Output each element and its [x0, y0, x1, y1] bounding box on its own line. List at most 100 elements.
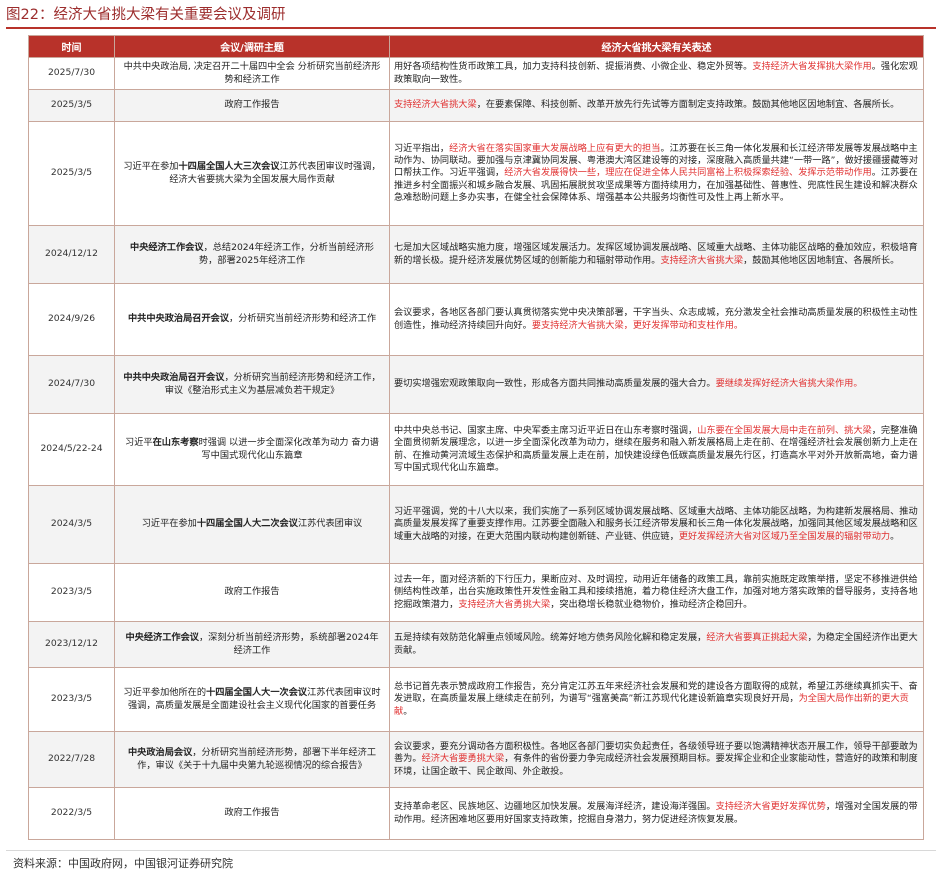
table-row: 2024/12/12 中央经济工作会议，总结2024年经济工作，分析当前经济形势，… — [28, 225, 924, 284]
cell-topic: 习近平在山东考察时强调 以进一步全面深化改革为动力 奋力谱写中国式现代化山东篇章 — [114, 413, 390, 486]
statement-highlight: 山东要在全国发展大局中走在前列、挑大梁 — [697, 424, 872, 436]
cell-statement: 七是加大区域战略实施力度，增强区域发展活力。发挥区域协调发展战略、区域重大战略、… — [389, 225, 924, 284]
statement-text: 支持革命老区、民族地区、边疆地区加快发展。发展海洋经济，建设海洋强国。 — [394, 801, 716, 813]
topic-text: 习近平 — [125, 437, 153, 449]
statement-text: 。 — [890, 530, 900, 542]
table-row: 2024/7/30 中共中央政治局召开会议，分析研究当前经济形势和经济工作，审议《… — [28, 355, 924, 414]
cell-date: 2023/12/12 — [28, 621, 115, 668]
cell-date: 2024/9/26 — [28, 283, 115, 356]
cell-statement: 会议要求，各地区各部门要认真贯彻落实党中央决策部署，干字当头、众志成城，充分激发… — [389, 283, 924, 356]
table-row: 2024/9/26 中共中央政治局召开会议，分析研究当前经济形势和经济工作 会议要求… — [28, 283, 924, 356]
statement-text: ，在要素保障、科技创新、改革开放先行先试等方面制定支持政策。鼓励其他地区因地制宜… — [476, 99, 900, 111]
topic-emphasis: 中央政治局会议 — [127, 747, 193, 759]
header-statement: 经济大省挑大梁有关表述 — [389, 35, 924, 58]
topic-text: ，分析研究当前经济形势和经济工作 — [229, 313, 377, 325]
statement-text: 习近平指出， — [394, 142, 450, 154]
statement-text: 用好各项结构性货币政策工具，加力支持科技创新、提振消费、小微企业、稳定外贸等。 — [394, 61, 753, 73]
topic-emphasis: 中央经济工作会议 — [125, 632, 199, 644]
statement-text: ，鼓励其他地区因地制宜、各展所长。 — [743, 254, 900, 266]
cell-topic: 政府工作报告 — [114, 89, 390, 122]
statement-highlight: 经济大省要真正挑起大梁 — [706, 632, 808, 644]
topic-emphasis: 中央经济工作会议 — [130, 242, 204, 254]
table-row: 2022/3/5 政府工作报告 支持革命老区、民族地区、边疆地区加快发展。发展海洋经… — [28, 787, 924, 840]
statement-text: 中共中央总书记、国家主席、中央军委主席习近平近日在山东考察时强调， — [394, 424, 698, 436]
statement-highlight: 经济大省要勇挑大梁 — [421, 753, 505, 765]
cell-topic: 习近平参加他所在的十四届全国人大一次会议江苏代表团审议时强调，高质量发展是全面建… — [114, 667, 390, 732]
topic-text: 中共中央政治局, 决定召开二十届四中全会 分析研究当前经济形势和经济工作 — [123, 61, 381, 85]
topic-emphasis: 十四届全国人大二次会议 — [196, 518, 298, 530]
topic-text: 习近平在参加 — [123, 161, 179, 173]
statement-highlight: 支持经济大省挑大梁 — [660, 254, 744, 266]
cell-topic: 中共中央政治局, 决定召开二十届四中全会 分析研究当前经济形势和经济工作 — [114, 57, 390, 90]
table-row: 2025/7/30 中共中央政治局, 决定召开二十届四中全会 分析研究当前经济形势… — [28, 57, 924, 90]
figure-title: 图22：经济大省挑大梁有关重要会议及调研 — [6, 3, 936, 29]
cell-date: 2022/7/28 — [28, 731, 115, 788]
header-topic: 会议/调研主题 — [114, 35, 390, 58]
cell-statement: 会议要求，要充分调动各方面积极性。各地区各部门要切实负起责任，各级领导班子要以饱… — [389, 731, 924, 788]
statement-highlight: 经济大省在落实国家重大发展战略上应有更大的担当 — [449, 142, 661, 154]
source-note: 资料来源：中国政府网，中国银河证券研究院 — [13, 857, 233, 870]
statement-highlight: 更好发挥经济大省对区域乃至全国发展的辐射带动力 — [678, 530, 891, 542]
cell-topic: 中央经济工作会议，总结2024年经济工作，分析当前经济形势，部署2025年经济工… — [114, 225, 390, 284]
cell-topic: 中共中央政治局召开会议，分析研究当前经济形势和经济工作 — [114, 283, 390, 356]
table-row: 2024/3/5 习近平在参加十四届全国人大二次会议江苏代表团审议 习近平强调，党的… — [28, 485, 924, 564]
statement-highlight: 要继续发挥好经济大省挑大梁作用。 — [715, 378, 863, 390]
topic-text: 习近平在参加 — [141, 518, 197, 530]
cell-date: 2024/3/5 — [28, 485, 115, 564]
cell-date: 2023/3/5 — [28, 667, 115, 732]
table-row: 2023/3/5 政府工作报告 过去一年，面对经济新的下行压力，果断应对、及时调控，… — [28, 563, 924, 622]
source-divider — [6, 850, 936, 851]
cell-statement: 要切实增强宏观政策取向一致性，形成各方面共同推动高质量发展的强大合力。要继续发挥… — [389, 355, 924, 414]
topic-text: 江苏代表团审议 — [297, 518, 363, 530]
table-row: 2024/5/22-24 习近平在山东考察时强调 以进一步全面深化改革为动力 奋力… — [28, 413, 924, 486]
cell-statement: 支持经济大省挑大梁，在要素保障、科技创新、改革开放先行先试等方面制定支持政策。鼓… — [389, 89, 924, 122]
topic-emphasis: 在山东考察 — [152, 437, 199, 449]
topic-text: 政府工作报告 — [224, 99, 280, 111]
cell-statement: 过去一年，面对经济新的下行压力，果断应对、及时调控，动用近年储备的政策工具，靠前… — [389, 563, 924, 622]
cell-topic: 中央政治局会议，分析研究当前经济形势，部署下半年经济工作，审议《关于十九届中央第… — [114, 731, 390, 788]
cell-date: 2024/12/12 — [28, 225, 115, 284]
table-row: 2025/3/5 习近平在参加十四届全国人大三次会议江苏代表团审议时强调，经济大省… — [28, 121, 924, 226]
cell-date: 2025/3/5 — [28, 89, 115, 122]
cell-statement: 支持革命老区、民族地区、边疆地区加快发展。发展海洋经济，建设海洋强国。支持经济大… — [389, 787, 924, 840]
cell-topic: 政府工作报告 — [114, 563, 390, 622]
cell-topic: 政府工作报告 — [114, 787, 390, 840]
statement-text: 要切实增强宏观政策取向一致性，形成各方面共同推动高质量发展的强大合力。 — [394, 378, 716, 390]
statement-text: 五是持续有效防范化解重点领域风险。统筹好地方债务风险化解和稳定发展， — [394, 632, 707, 644]
topic-text: 政府工作报告 — [224, 586, 280, 598]
statement-highlight: 支持经济大省挑大梁 — [394, 99, 477, 111]
topic-emphasis: 中共中央政治局召开会议 — [127, 313, 230, 325]
cell-statement: 习近平指出，经济大省在落实国家重大发展战略上应有更大的担当。江苏要在长三角一体化… — [389, 121, 924, 226]
cell-date: 2025/7/30 — [28, 57, 115, 90]
topic-text: ，总结2024年经济工作，分析当前经济形势，部署2025年经济工作 — [198, 242, 374, 266]
meetings-table: 时间 会议/调研主题 经济大省挑大梁有关表述 2025/7/30 中共中央政治局,… — [28, 35, 924, 840]
cell-date: 2023/3/5 — [28, 563, 115, 622]
cell-statement: 用好各项结构性货币政策工具，加力支持科技创新、提振消费、小微企业、稳定外贸等。支… — [389, 57, 924, 90]
statement-highlight: 支持经济大省发挥挑大梁作用 — [752, 61, 872, 73]
cell-topic: 中央经济工作会议，深刻分析当前经济形势，系统部署2024年经济工作 — [114, 621, 390, 668]
topic-text: 时强调 以进一步全面深化改革为动力 奋力谱写中国式现代化山东篇章 — [198, 437, 379, 461]
topic-emphasis: 十四届全国人大三次会议 — [178, 161, 280, 173]
statement-highlight: 要支持经济大省挑大梁，更好发挥带动和支柱作用。 — [531, 319, 744, 331]
statement-highlight: 支持经济大省更好发挥优势 — [715, 801, 826, 813]
topic-text: ，深刻分析当前经济形势，系统部署2024年经济工作 — [198, 632, 379, 656]
table-row: 2025/3/5 政府工作报告 支持经济大省挑大梁，在要素保障、科技创新、改革开放先… — [28, 89, 924, 122]
cell-topic: 中共中央政治局召开会议，分析研究当前经济形势和经济工作，审议《整治形式主义为基层… — [114, 355, 390, 414]
table-row: 2022/7/28 中央政治局会议，分析研究当前经济形势，部署下半年经济工作，审议… — [28, 731, 924, 788]
cell-date: 2024/5/22-24 — [28, 413, 115, 486]
cell-statement: 五是持续有效防范化解重点领域风险。统筹好地方债务风险化解和稳定发展，经济大省要真… — [389, 621, 924, 668]
table-header-row: 时间 会议/调研主题 经济大省挑大梁有关表述 — [28, 35, 924, 58]
cell-date: 2024/7/30 — [28, 355, 115, 414]
cell-statement: 中共中央总书记、国家主席、中央军委主席习近平近日在山东考察时强调，山东要在全国发… — [389, 413, 924, 486]
cell-date: 2025/3/5 — [28, 121, 115, 226]
statement-highlight: 支持经济大省勇挑大梁 — [458, 598, 551, 610]
cell-statement: 总书记首先表示赞成政府工作报告，充分肯定江苏五年来经济社会发展和党的建设各方面取… — [389, 667, 924, 732]
statement-text: ，突出稳增长稳就业稳物价，推动经济企稳回升。 — [550, 598, 753, 610]
cell-topic: 习近平在参加十四届全国人大二次会议江苏代表团审议 — [114, 485, 390, 564]
topic-emphasis: 十四届全国人大一次会议 — [206, 687, 308, 699]
statement-highlight: 经济大省发展得快一些，理应在促进全体人民共同富裕上积极探索经验、发挥示范带动作用 — [504, 167, 872, 179]
header-date: 时间 — [28, 35, 115, 58]
statement-text: 。 — [403, 705, 413, 717]
table-row: 2023/3/5 习近平参加他所在的十四届全国人大一次会议江苏代表团审议时强调，高… — [28, 667, 924, 732]
topic-emphasis: 中共中央政治局召开会议 — [123, 372, 225, 384]
